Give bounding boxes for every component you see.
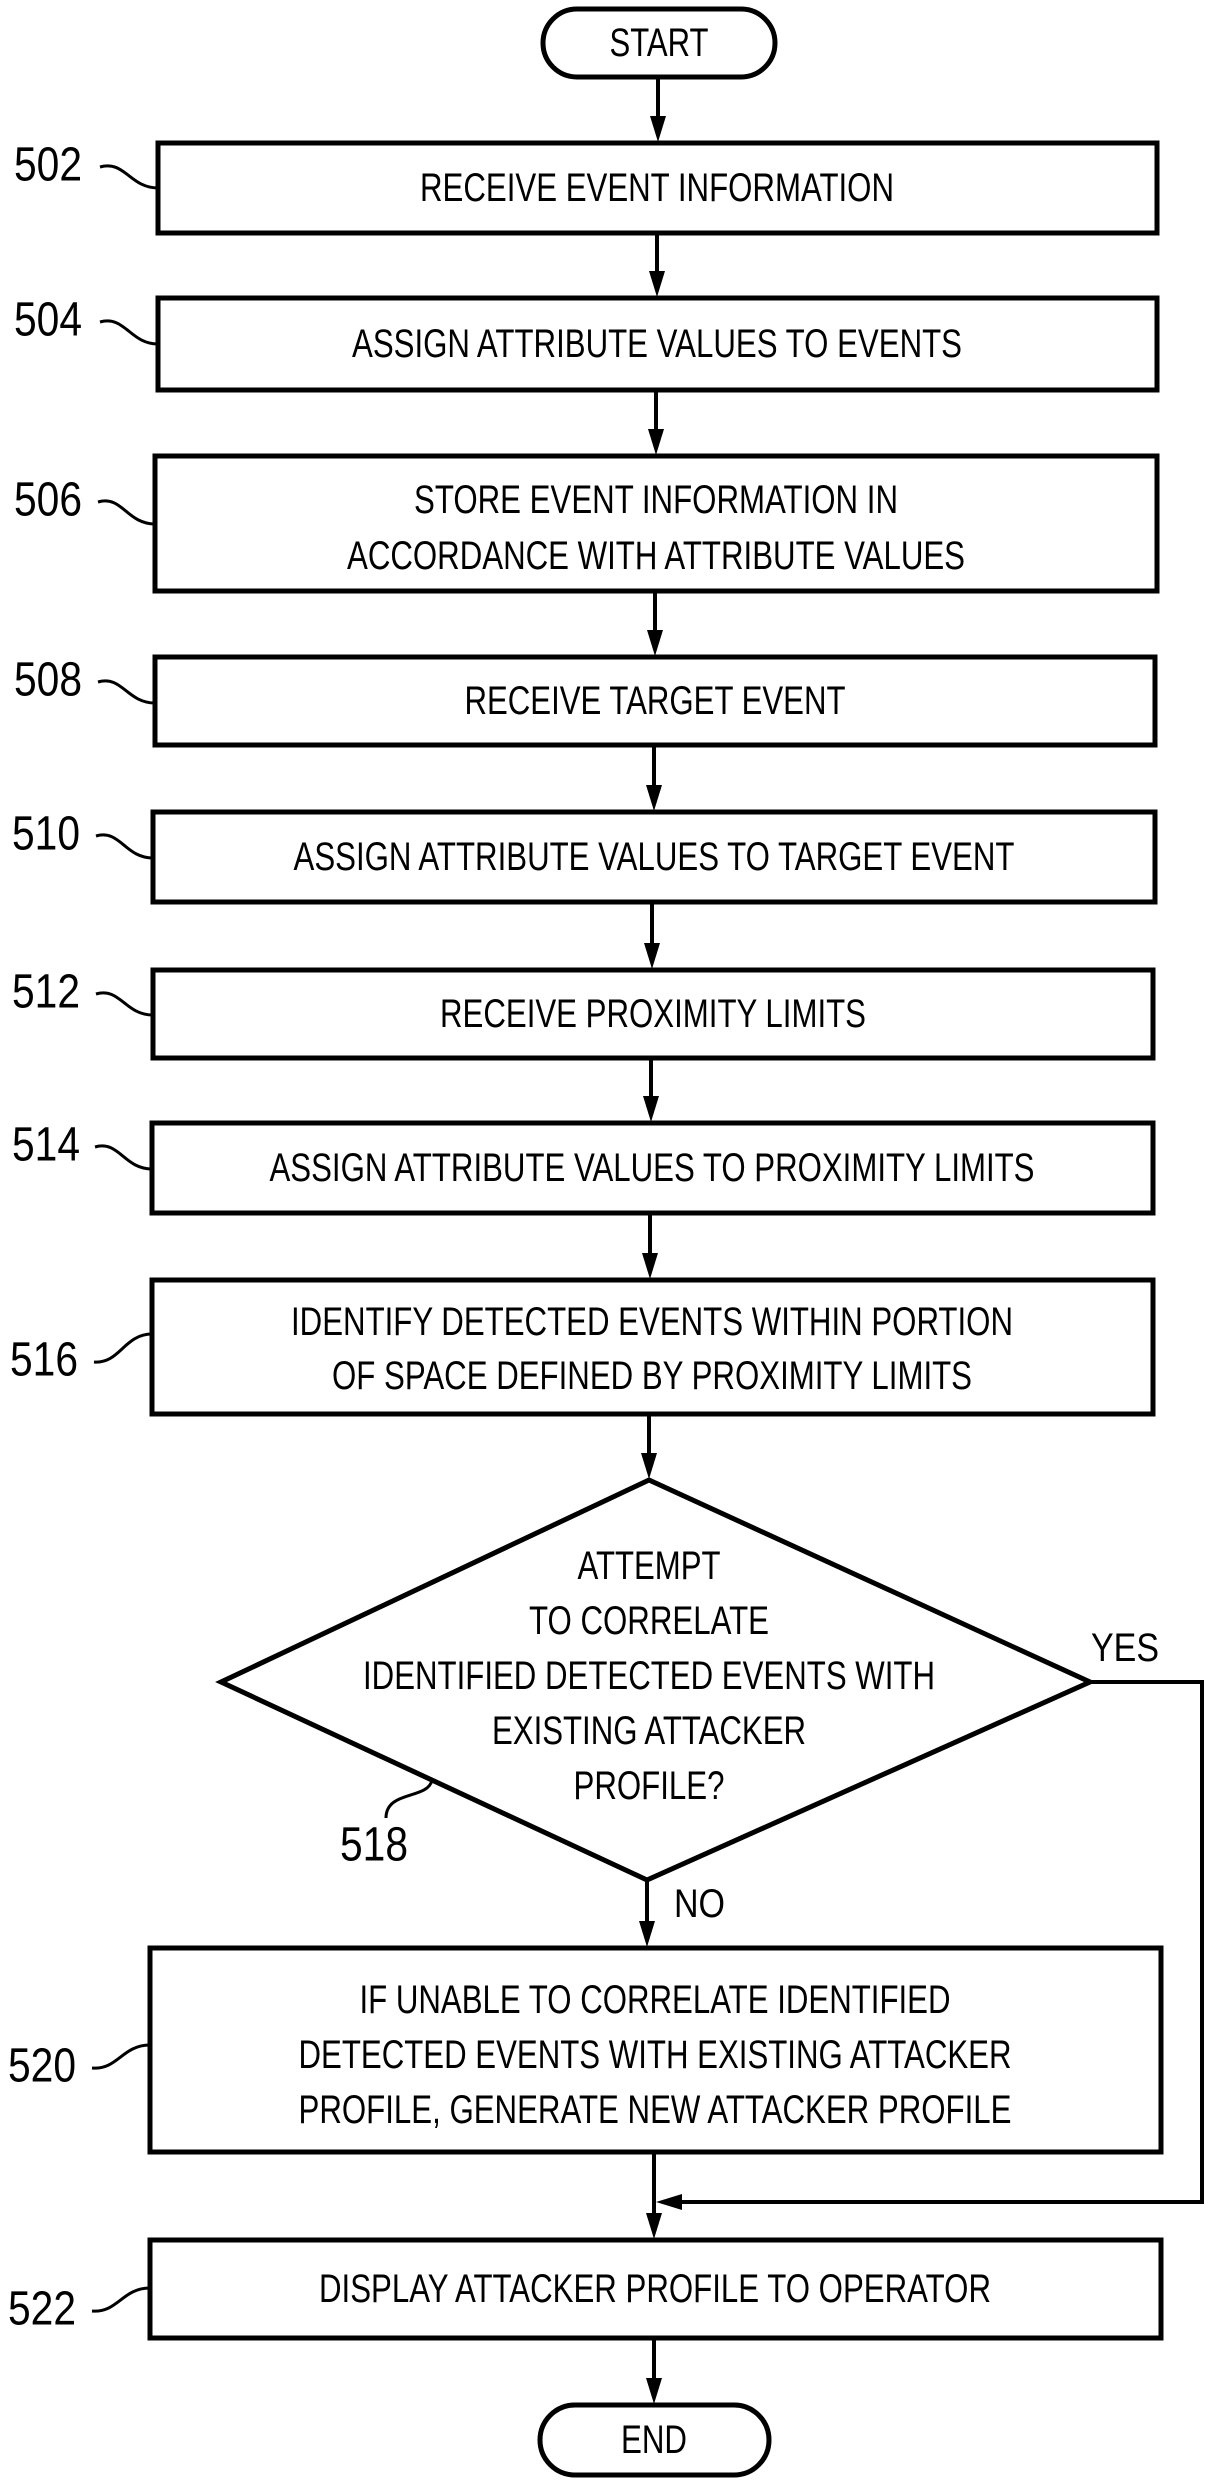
step-522: DISPLAY ATTACKER PROFILE TO OPERATOR 522	[8, 2237, 1164, 2341]
ref-512-leader	[95, 991, 154, 1017]
ref-518-label: 518	[340, 1819, 408, 1872]
start-label: START	[610, 21, 709, 65]
step-520-text-line-2: DETECTED EVENTS WITH EXISTING ATTACKER	[299, 2033, 1012, 2077]
ref-518-leader	[384, 1779, 434, 1819]
decision-text-line-1: ATTEMPT	[578, 1544, 721, 1588]
ref-516-leader	[93, 1332, 153, 1364]
ref-510-leader	[95, 833, 154, 860]
step-508-text: RECEIVE TARGET EVENT	[465, 679, 846, 723]
step-520-text-line-1: IF UNABLE TO CORRELATE IDENTIFIED	[360, 1978, 951, 2022]
arrowhead-502-504	[649, 271, 665, 297]
ref-520-label: 520	[8, 2040, 76, 2093]
ref-520-leader	[91, 2043, 151, 2070]
step-516: IDENTIFY DETECTED EVENTS WITHIN PORTION …	[10, 1277, 1156, 1417]
step-516-text-line-2: OF SPACE DEFINED BY PROXIMITY LIMITS	[332, 1354, 972, 1398]
step-504-text: ASSIGN ATTRIBUTE VALUES TO EVENTS	[352, 322, 962, 366]
ref-508-label: 508	[14, 654, 82, 707]
ref-504-leader	[99, 319, 159, 346]
arrowhead-510-512	[644, 943, 660, 969]
step-506-text-line-2: ACCORDANCE WITH ATTRIBUTE VALUES	[347, 534, 965, 578]
yes-label: YES	[1091, 1626, 1159, 1670]
decision-text-line-4: EXISTING ATTACKER	[492, 1709, 806, 1753]
arrowhead-518-no-520	[639, 1921, 655, 1947]
ref-514-leader	[94, 1144, 153, 1171]
flowchart: START RECEIVE EVENT INFORMATION 502 ASSI…	[8, 6, 1204, 2478]
ref-510-label: 510	[12, 808, 80, 861]
decision-518: ATTEMPT TO CORRELATE IDENTIFIED DETECTED…	[215, 1477, 1159, 1926]
ref-504-label: 504	[14, 294, 82, 347]
ref-502-leader	[99, 164, 159, 190]
arrowhead-520-522	[646, 2213, 662, 2239]
step-514: ASSIGN ATTRIBUTE VALUES TO PROXIMITY LIM…	[12, 1119, 1156, 1216]
arrowhead-start-502	[650, 116, 666, 142]
ref-514-label: 514	[12, 1119, 80, 1172]
start-terminal: START	[540, 6, 778, 80]
step-504: ASSIGN ATTRIBUTE VALUES TO EVENTS 504	[14, 294, 1160, 393]
arrowhead-504-506	[648, 429, 664, 455]
ref-502-label: 502	[14, 139, 82, 192]
step-514-text: ASSIGN ATTRIBUTE VALUES TO PROXIMITY LIM…	[270, 1146, 1035, 1190]
step-516-text-line-1: IDENTIFY DETECTED EVENTS WITHIN PORTION	[291, 1300, 1013, 1344]
arrowhead-508-510	[646, 785, 662, 811]
ref-522-label: 522	[8, 2283, 76, 2336]
ref-508-leader	[97, 679, 156, 705]
ref-522-leader	[91, 2286, 151, 2313]
step-510: ASSIGN ATTRIBUTE VALUES TO TARGET EVENT …	[12, 808, 1158, 905]
decision-text-line-3: IDENTIFIED DETECTED EVENTS WITH	[363, 1654, 935, 1698]
arrowhead-506-508	[647, 630, 663, 656]
end-label: END	[621, 2418, 687, 2462]
step-502-text: RECEIVE EVENT INFORMATION	[420, 166, 894, 210]
step-510-text: ASSIGN ATTRIBUTE VALUES TO TARGET EVENT	[294, 835, 1015, 879]
step-520: IF UNABLE TO CORRELATE IDENTIFIED DETECT…	[8, 1945, 1164, 2155]
step-520-text-line-3: PROFILE, GENERATE NEW ATTACKER PROFILE	[299, 2088, 1012, 2132]
ref-516-label: 516	[10, 1334, 78, 1387]
step-502: RECEIVE EVENT INFORMATION 502	[14, 139, 1160, 236]
step-508: RECEIVE TARGET EVENT 508	[14, 654, 1158, 748]
ref-506-leader	[97, 499, 156, 526]
decision-text-line-5: PROFILE?	[574, 1764, 725, 1808]
step-506: STORE EVENT INFORMATION IN ACCORDANCE WI…	[14, 453, 1160, 594]
arrowhead-522-end	[646, 2378, 662, 2404]
ref-512-label: 512	[12, 966, 80, 1019]
no-label: NO	[674, 1882, 725, 1926]
step-522-text: DISPLAY ATTACKER PROFILE TO OPERATOR	[319, 2267, 991, 2311]
decision-text-line-2: TO CORRELATE	[529, 1599, 769, 1643]
step-512-text: RECEIVE PROXIMITY LIMITS	[440, 992, 866, 1036]
arrowhead-514-516	[642, 1253, 658, 1279]
ref-506-label: 506	[14, 474, 82, 527]
step-506-text-line-1: STORE EVENT INFORMATION IN	[414, 478, 898, 522]
arrowhead-yes-merge	[656, 2194, 682, 2210]
end-terminal: END	[537, 2402, 772, 2478]
step-512: RECEIVE PROXIMITY LIMITS 512	[12, 966, 1156, 1061]
arrowhead-516-518	[641, 1453, 657, 1479]
arrowhead-512-514	[643, 1096, 659, 1122]
